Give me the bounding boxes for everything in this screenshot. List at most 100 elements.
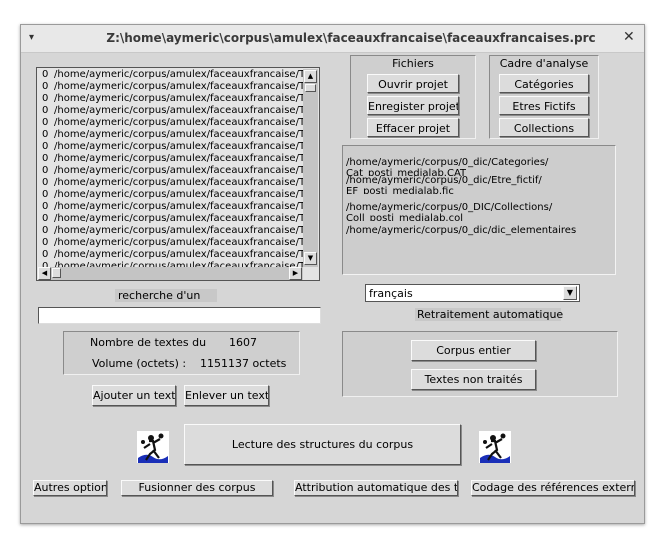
scroll-left-arrow-icon[interactable]: ◀: [38, 267, 51, 280]
list-item-path: /home/aymeric/corpus/amulex/faceauxfranc…: [54, 201, 305, 212]
language-select[interactable]: français ▼: [365, 284, 580, 302]
dic-elementaires-path: /home/aymeric/corpus/0_dic/dic_elementai…: [346, 225, 577, 236]
retraitement-label: Retraitement automatique: [415, 308, 564, 321]
list-item[interactable]: 0/home/aymeric/corpus/amulex/faceauxfran…: [42, 189, 305, 201]
list-item[interactable]: 0/home/aymeric/corpus/amulex/faceauxfran…: [42, 117, 305, 129]
language-selected-value: français: [369, 287, 413, 300]
retraitement-panel: Corpus entier Textes non traités: [342, 331, 618, 397]
collections-button[interactable]: Collections: [499, 118, 589, 137]
list-item-path: /home/aymeric/corpus/amulex/faceauxfranc…: [54, 153, 305, 164]
categories-button[interactable]: Catégories: [499, 74, 589, 93]
list-item[interactable]: 0/home/aymeric/corpus/amulex/faceauxfran…: [42, 153, 305, 165]
collections-path-line2: Coll_posti_medialab.col: [346, 213, 464, 221]
vertical-scrollbar[interactable]: ▲ ▼: [303, 69, 318, 267]
etre-fictif-path-line1: /home/aymeric/corpus/0_dic/Etre_fictif/: [346, 175, 542, 186]
volume-label: Volume (octets) :: [92, 357, 187, 370]
etre-fictif-path-line2: EF_posti_medialab.fic: [346, 186, 454, 194]
text-file-list[interactable]: 0/home/aymeric/corpus/amulex/faceauxfran…: [36, 67, 320, 281]
list-item[interactable]: 0/home/aymeric/corpus/amulex/faceauxfran…: [42, 141, 305, 153]
list-item[interactable]: 0/home/aymeric/corpus/amulex/faceauxfran…: [42, 81, 305, 93]
list-item[interactable]: 0/home/aymeric/corpus/amulex/faceauxfran…: [42, 69, 305, 81]
window-menu-icon[interactable]: ▾: [29, 32, 34, 43]
list-item-path: /home/aymeric/corpus/amulex/faceauxfranc…: [54, 189, 305, 200]
cadre-analyse-group: Cadre d'analyse Catégories Etres Fictifs…: [489, 55, 599, 139]
list-item-path: /home/aymeric/corpus/amulex/faceauxfranc…: [54, 69, 305, 80]
list-item-count: 0: [42, 249, 49, 260]
search-label: recherche d'un: [115, 289, 217, 302]
cadre-analyse-title: Cadre d'analyse: [499, 57, 589, 70]
clear-project-button[interactable]: Effacer projet: [367, 118, 459, 137]
codage-references-button[interactable]: Codage des références externes: [471, 480, 635, 496]
save-project-button[interactable]: Enregister projet: [367, 96, 459, 115]
list-item-count: 0: [42, 189, 49, 200]
fichiers-group: Fichiers Ouvrir projet Enregister projet…: [350, 55, 476, 139]
corpus-stats-panel: Nombre de textes du 1607 Volume (octets)…: [63, 331, 300, 375]
scroll-right-arrow-icon[interactable]: ▶: [289, 267, 302, 280]
search-input[interactable]: [38, 307, 321, 324]
close-icon[interactable]: ✕: [623, 29, 635, 45]
list-item-path: /home/aymeric/corpus/amulex/faceauxfranc…: [54, 237, 305, 248]
list-item-path: /home/aymeric/corpus/amulex/faceauxfranc…: [54, 177, 305, 188]
list-item-path: /home/aymeric/corpus/amulex/faceauxfranc…: [54, 129, 305, 140]
list-item-path: /home/aymeric/corpus/amulex/faceauxfranc…: [54, 81, 305, 92]
list-item-count: 0: [42, 225, 49, 236]
list-item-path: /home/aymeric/corpus/amulex/faceauxfranc…: [54, 105, 305, 116]
list-item[interactable]: 0/home/aymeric/corpus/amulex/faceauxfran…: [42, 237, 305, 249]
list-item-count: 0: [42, 141, 49, 152]
chevron-down-icon[interactable]: ▼: [563, 286, 577, 300]
list-item-path: /home/aymeric/corpus/amulex/faceauxfranc…: [54, 141, 305, 152]
list-item[interactable]: 0/home/aymeric/corpus/amulex/faceauxfran…: [42, 129, 305, 141]
list-item-count: 0: [42, 105, 49, 116]
text-count-label: Nombre de textes du: [90, 336, 207, 349]
list-item-path: /home/aymeric/corpus/amulex/faceauxfranc…: [54, 225, 305, 236]
categories-path-line1: /home/aymeric/corpus/0_dic/Categories/: [346, 157, 549, 168]
horizontal-scroll-thumb[interactable]: [52, 268, 61, 278]
list-item[interactable]: 0/home/aymeric/corpus/amulex/faceauxfran…: [42, 249, 305, 261]
list-item-count: 0: [42, 237, 49, 248]
list-item-path: /home/aymeric/corpus/amulex/faceauxfranc…: [54, 165, 305, 176]
list-item-path: /home/aymeric/corpus/amulex/faceauxfranc…: [54, 213, 305, 224]
window-title: Z:\home\aymeric\corpus\amulex\faceauxfra…: [106, 31, 596, 45]
list-item-path: /home/aymeric/corpus/amulex/faceauxfranc…: [54, 93, 305, 104]
list-item-count: 0: [42, 165, 49, 176]
add-text-button[interactable]: Ajouter un texte: [92, 385, 176, 406]
list-item[interactable]: 0/home/aymeric/corpus/amulex/faceauxfran…: [42, 105, 305, 117]
list-item-count: 0: [42, 213, 49, 224]
list-item-count: 0: [42, 69, 49, 80]
juggler-icon-right: [478, 430, 512, 467]
list-item-count: 0: [42, 201, 49, 212]
etres-fictifs-button[interactable]: Etres Fictifs: [499, 96, 589, 115]
fusionner-corpus-button[interactable]: Fusionner des corpus: [121, 480, 273, 496]
list-item[interactable]: 0/home/aymeric/corpus/amulex/faceauxfran…: [42, 177, 305, 189]
corpus-entier-button[interactable]: Corpus entier: [411, 340, 536, 361]
volume-value: 1151137 octets: [200, 357, 287, 370]
list-item-count: 0: [42, 117, 49, 128]
scroll-down-arrow-icon[interactable]: ▼: [304, 252, 317, 265]
collections-path-line1: /home/aymeric/corpus/0_DIC/Collections/: [346, 202, 553, 213]
attribution-titres-button[interactable]: Attribution automatique des titres: [294, 480, 458, 496]
list-item-count: 0: [42, 129, 49, 140]
remove-text-button[interactable]: Enlever un texte: [184, 385, 269, 406]
list-item-count: 0: [42, 177, 49, 188]
list-item[interactable]: 0/home/aymeric/corpus/amulex/faceauxfran…: [42, 165, 305, 177]
open-project-button[interactable]: Ouvrir projet: [367, 74, 459, 93]
text-count-value: 1607: [229, 336, 257, 349]
list-item-path: /home/aymeric/corpus/amulex/faceauxfranc…: [54, 117, 305, 128]
list-item[interactable]: 0/home/aymeric/corpus/amulex/faceauxfran…: [42, 225, 305, 237]
list-item[interactable]: 0/home/aymeric/corpus/amulex/faceauxfran…: [42, 201, 305, 213]
horizontal-scrollbar[interactable]: ◀ ▶: [38, 267, 303, 280]
vertical-scroll-thumb[interactable]: [305, 84, 316, 92]
scroll-up-arrow-icon[interactable]: ▲: [304, 70, 317, 83]
title-bar[interactable]: ▾ Z:\home\aymeric\corpus\amulex\faceauxf…: [21, 25, 644, 53]
juggler-icon-left: [136, 430, 170, 467]
list-item-path: /home/aymeric/corpus/amulex/faceauxfranc…: [54, 249, 305, 260]
list-item[interactable]: 0/home/aymeric/corpus/amulex/faceauxfran…: [42, 213, 305, 225]
list-item[interactable]: 0/home/aymeric/corpus/amulex/faceauxfran…: [42, 93, 305, 105]
dictionary-paths-panel: /home/aymeric/corpus/0_dic/Categories/ C…: [342, 145, 616, 275]
list-item-count: 0: [42, 93, 49, 104]
list-item-count: 0: [42, 153, 49, 164]
lecture-structures-button[interactable]: Lecture des structures du corpus: [184, 424, 461, 465]
autres-options-button[interactable]: Autres options: [33, 480, 107, 496]
fichiers-title: Fichiers: [392, 57, 434, 70]
textes-non-traites-button[interactable]: Textes non traités: [411, 369, 536, 390]
